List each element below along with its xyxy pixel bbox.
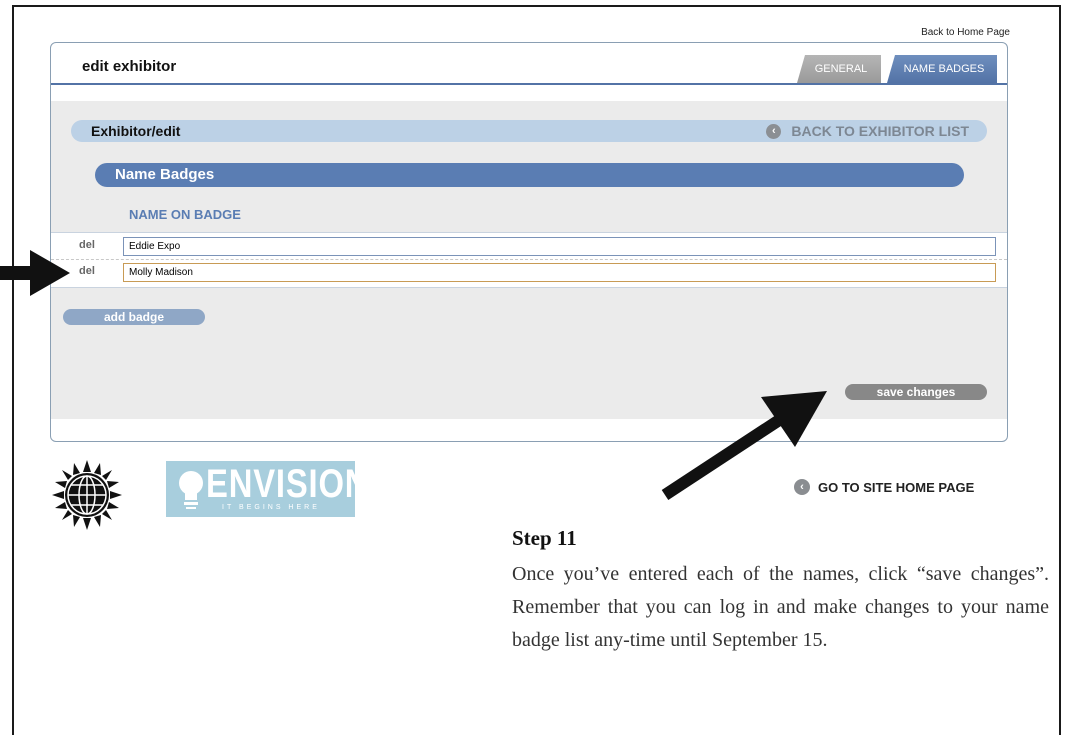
go-to-site-home-link[interactable]: ‹ GO TO SITE HOME PAGE (794, 479, 974, 495)
subheader-bar: Exhibitor/edit ‹ BACK TO EXHIBITOR LIST (71, 120, 987, 142)
section-title: Name Badges (115, 166, 215, 183)
badge-name-input[interactable] (123, 237, 996, 256)
step-title: Step 11 (512, 526, 577, 550)
chevron-left-circle-icon: ‹ (794, 479, 810, 495)
step-text: Once you’ve entered each of the names, c… (512, 563, 1049, 651)
lightbulb-icon (179, 471, 203, 509)
panel-title: edit exhibitor (82, 58, 177, 75)
envision-logo: ENVISION IT BEGINS HERE (166, 461, 368, 517)
sun-globe-logo-icon (52, 460, 122, 530)
column-header-name-on-badge: NAME ON BADGE (129, 207, 241, 222)
back-to-exhibitor-list-label: BACK TO EXHIBITOR LIST (791, 123, 969, 139)
delete-badge-link[interactable]: del (79, 239, 95, 251)
chevron-left-circle-icon: ‹ (766, 123, 782, 139)
edit-exhibitor-panel: edit exhibitor GENERAL NAME BADGES Exhib… (50, 42, 1008, 442)
badge-table: del del (51, 232, 1007, 288)
save-changes-button[interactable]: save changes (845, 384, 987, 400)
envision-logo-tagline: IT BEGINS HERE (222, 504, 320, 511)
back-to-home-link[interactable]: Back to Home Page (880, 27, 1010, 38)
table-row: del (51, 233, 1007, 260)
tab-name-badges[interactable]: NAME BADGES (887, 55, 997, 83)
add-badge-button[interactable]: add badge (63, 309, 205, 325)
section-header: Name Badges (95, 163, 964, 187)
back-to-exhibitor-list-link[interactable]: ‹ BACK TO EXHIBITOR LIST (766, 123, 969, 139)
badge-name-input[interactable] (123, 263, 996, 282)
form-area: Exhibitor/edit ‹ BACK TO EXHIBITOR LIST … (51, 101, 1007, 419)
table-row: del (51, 259, 1007, 285)
delete-badge-link[interactable]: del (79, 265, 95, 277)
tab-general[interactable]: GENERAL (797, 55, 881, 83)
subheader-title: Exhibitor/edit (91, 123, 181, 139)
envision-logo-text: ENVISION (206, 462, 370, 506)
go-to-site-home-label: GO TO SITE HOME PAGE (818, 479, 975, 495)
pointer-arrow-icon (0, 250, 70, 296)
tab-underline (51, 83, 1007, 85)
